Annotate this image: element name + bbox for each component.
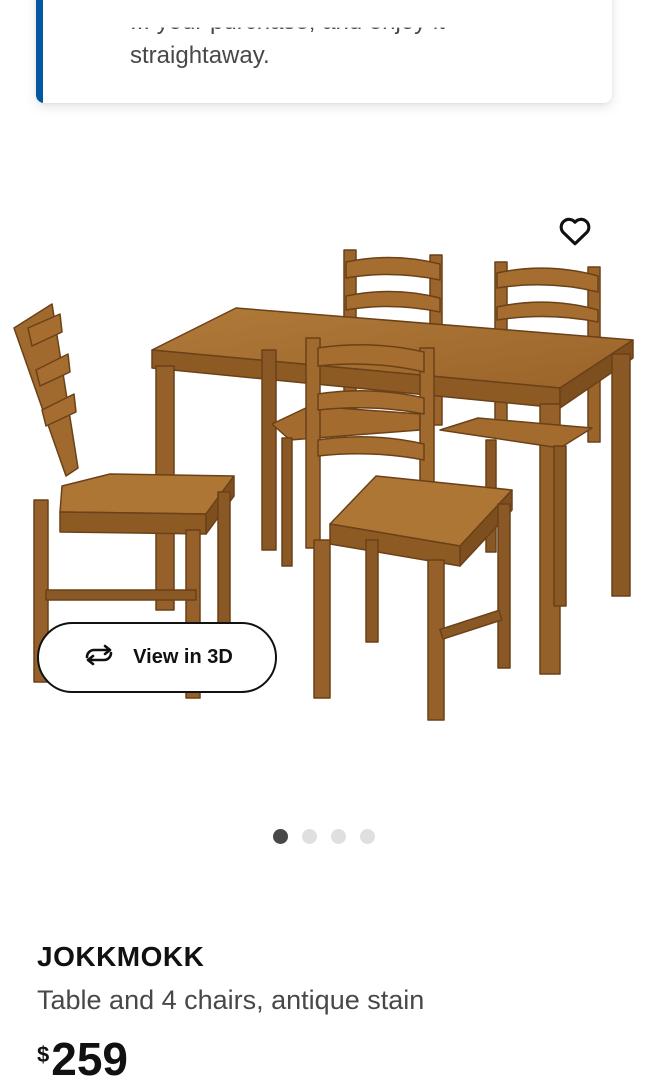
notice-clipped-line: ... your purchase, and enjoy it <box>130 8 445 35</box>
view-in-3d-label: View in 3D <box>133 646 233 668</box>
carousel-pagination <box>0 829 648 844</box>
carousel-dot[interactable] <box>331 829 346 844</box>
product-name: JOKKMOKK <box>37 941 205 972</box>
product-description: Table and 4 chairs, antique stain <box>37 985 425 1015</box>
carousel-dot[interactable] <box>273 829 288 844</box>
rotate-3d-icon <box>81 643 117 672</box>
product-image-gallery[interactable] <box>0 150 648 800</box>
view-in-3d-button[interactable]: View in 3D <box>37 622 277 693</box>
price-amount: 259 <box>51 1033 128 1080</box>
product-price: $ 259 <box>37 1036 128 1080</box>
product-image <box>13 249 634 721</box>
add-to-favorites-button[interactable] <box>552 210 598 256</box>
heart-outline-icon <box>558 215 592 252</box>
notice-accent-bar <box>36 0 43 103</box>
carousel-dot[interactable] <box>302 829 317 844</box>
price-currency: $ <box>37 1042 50 1067</box>
info-notice-card: ... your purchase, and enjoy it straight… <box>36 0 612 103</box>
notice-text: straightaway. <box>130 42 270 69</box>
carousel-dot[interactable] <box>360 829 375 844</box>
